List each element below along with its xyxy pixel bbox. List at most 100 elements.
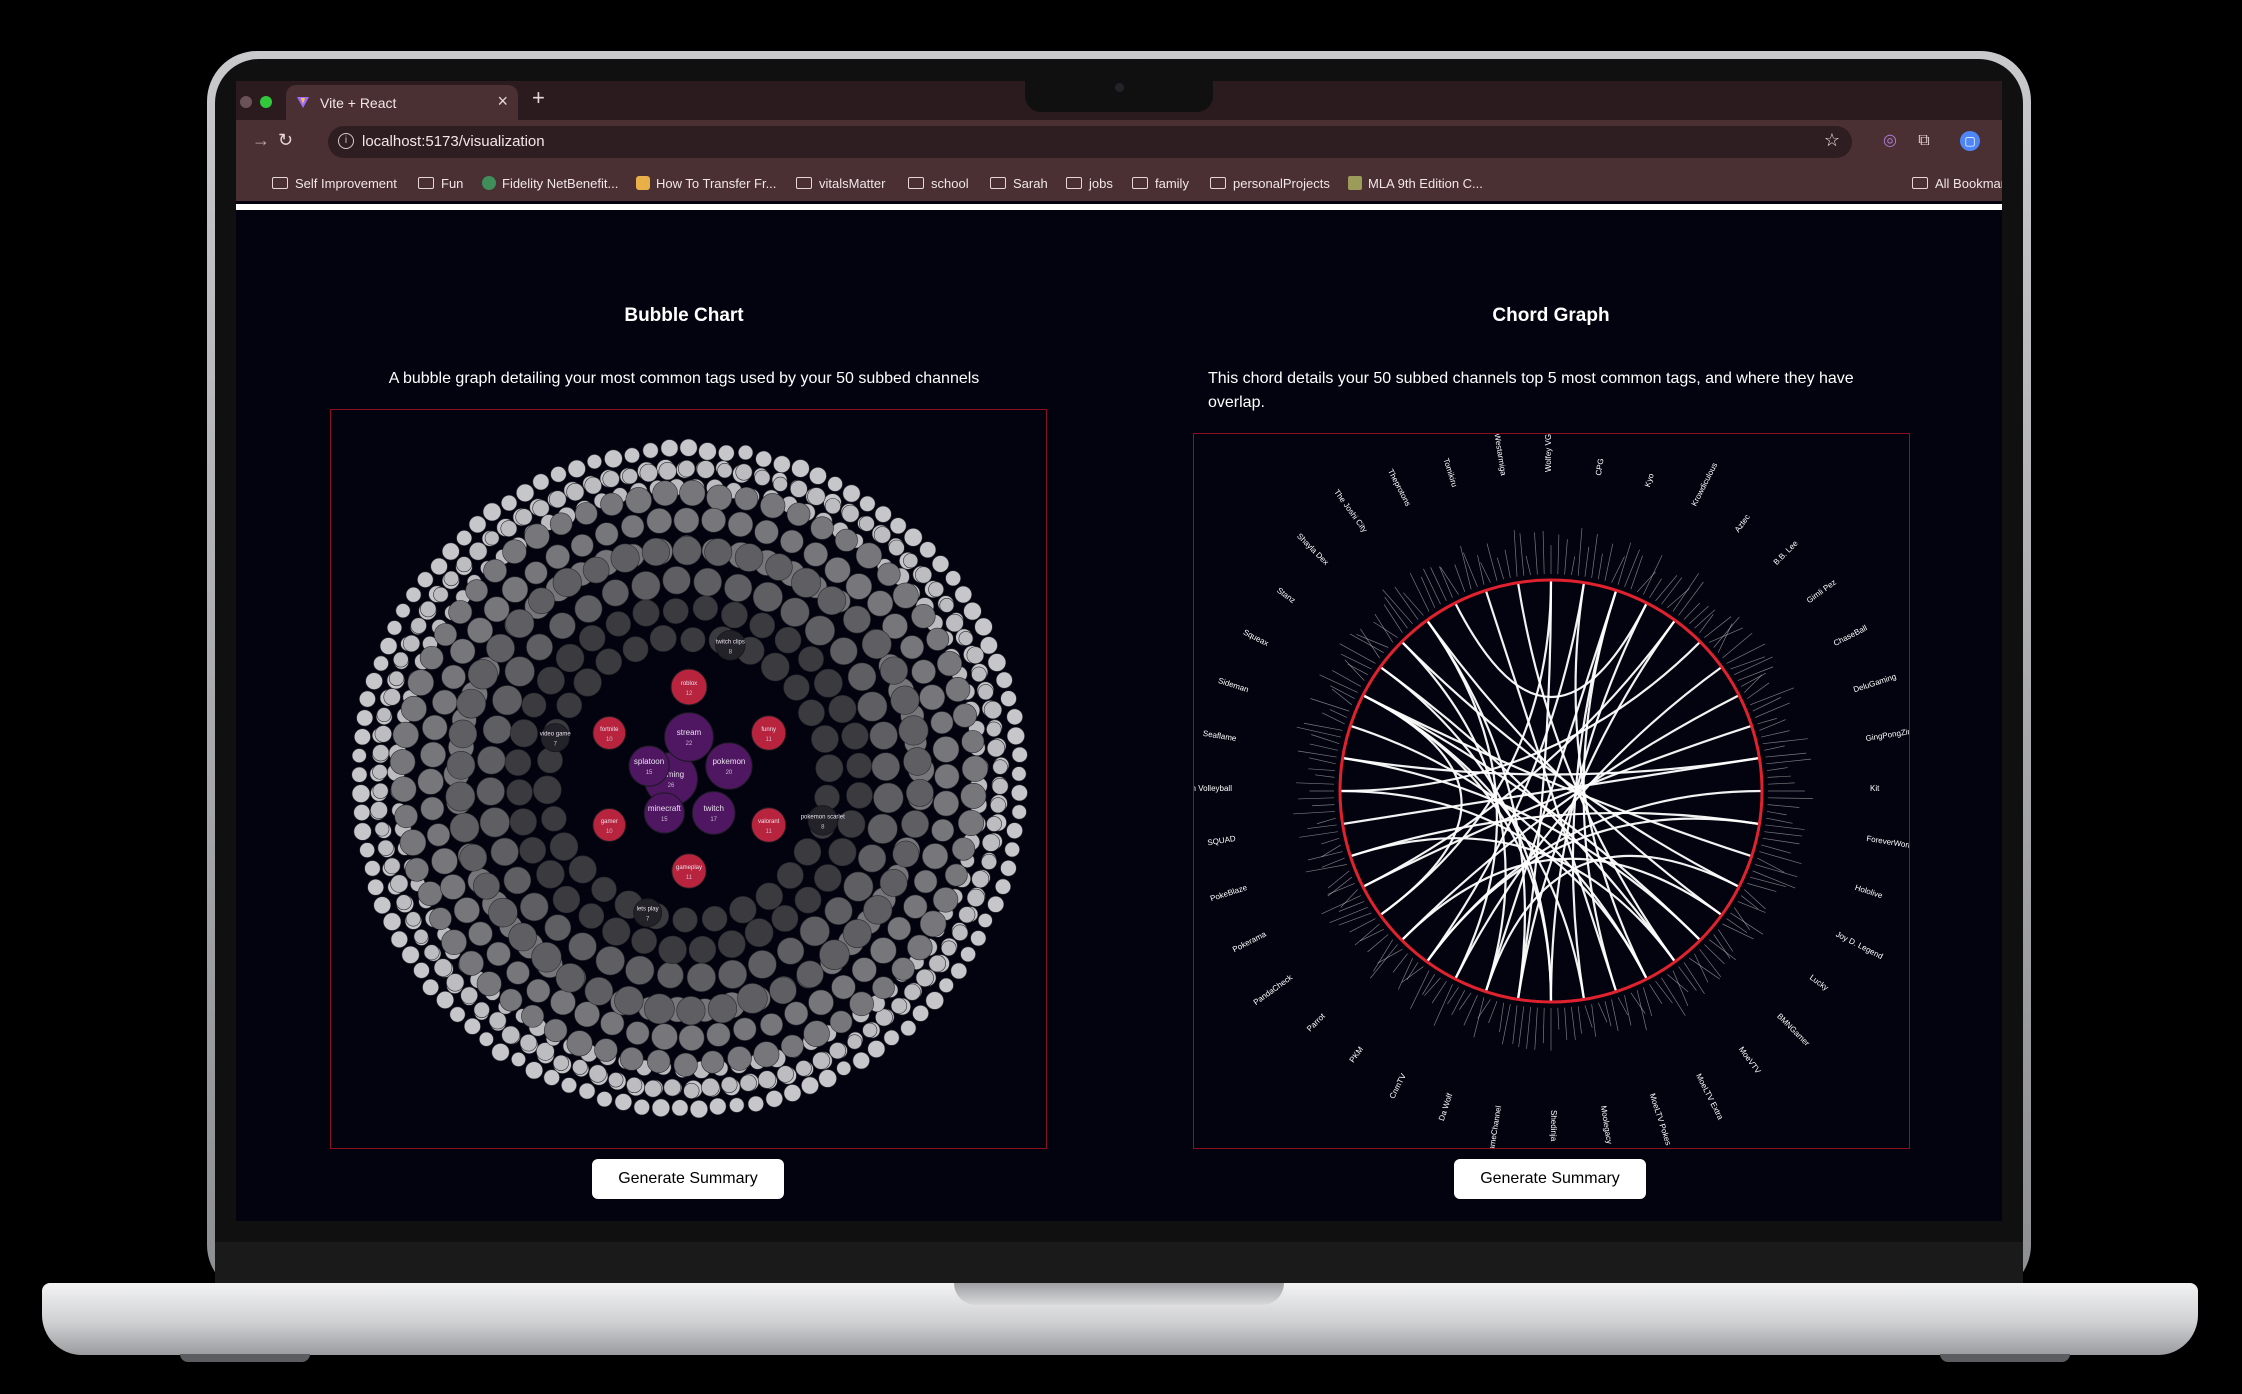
bubble-filler (588, 1064, 607, 1083)
bubble-filler (786, 502, 811, 527)
bubble-gamer[interactable] (592, 808, 627, 842)
address-bar[interactable]: i localhost:5173/visualization ☆ (328, 126, 1852, 158)
bubble-generate-summary-button[interactable]: Generate Summary (592, 1159, 784, 1199)
bubble-filler (574, 1001, 600, 1028)
browser-window: Vite + React × + → ↻ i localhost:5173/vi… (236, 81, 2002, 1221)
bubble-fortnite[interactable] (592, 716, 627, 750)
bubble-filler (388, 670, 405, 687)
bookmark-how-to-transfer[interactable]: How To Transfer Fr... (636, 176, 776, 191)
chord-channel-label: Kyo (1643, 472, 1656, 488)
tag-tick (1762, 837, 1800, 845)
profile-avatar-icon[interactable]: ▢ (1960, 131, 1980, 151)
bubble-filler (842, 919, 872, 948)
tag-tick (1598, 1002, 1608, 1023)
bubble-label: twitch clips (716, 639, 745, 645)
bubble-filler (372, 782, 389, 799)
bubble-filler (526, 978, 551, 1003)
bubble-filler (672, 907, 698, 933)
tag-tick (1394, 586, 1419, 620)
bookmark-fidelity[interactable]: Fidelity NetBenefit... (482, 176, 618, 191)
chord-channel-label: Shayla Dex (1295, 532, 1330, 567)
bubble-filler (804, 615, 835, 646)
bookmark-personal-projects[interactable]: personalProjects (1210, 176, 1330, 191)
bubble-filler (501, 1025, 520, 1045)
bubble-filler (374, 821, 390, 837)
bubble-gameplay[interactable] (671, 853, 707, 889)
bubble-filler (595, 648, 622, 675)
chord-channel-label: MoeVTV (1737, 1045, 1763, 1076)
bookmark-self-improvement[interactable]: Self Improvement (272, 176, 397, 191)
all-bookmarks[interactable]: All Bookmarks (1912, 176, 2002, 191)
bubble-filler (386, 620, 403, 636)
bookmark-jobs[interactable]: jobs (1066, 176, 1113, 191)
bubble-filler (433, 958, 453, 977)
bubble-filler (488, 1011, 507, 1030)
bubble-filler (773, 455, 791, 473)
bubble-filler (537, 666, 565, 695)
bubble-filler (644, 1079, 662, 1098)
bubble-filler (541, 806, 567, 832)
bubble-filler (986, 816, 1002, 832)
bubble-filler (780, 1034, 804, 1058)
bubble-filler (733, 1017, 757, 1041)
bubble-funny[interactable] (750, 715, 787, 751)
new-tab-button[interactable]: + (532, 85, 545, 111)
bubble-roblox[interactable] (670, 668, 708, 706)
tag-tick (1447, 987, 1459, 1005)
bubble-filler (677, 460, 696, 478)
bubble-filler (536, 860, 565, 889)
bubble-filler (608, 1072, 624, 1088)
bubble-filler (436, 991, 455, 1009)
minimize-dot[interactable] (240, 96, 252, 108)
bubble-value: 15 (661, 817, 668, 823)
bubble-filler (595, 946, 625, 976)
bubble-filler (591, 876, 617, 902)
screen-chin (215, 1242, 2023, 1284)
bookmark-school[interactable]: school (908, 176, 969, 191)
reload-icon[interactable]: ↻ (278, 130, 293, 151)
bubble-filler (772, 476, 788, 492)
bubble-filler (449, 1006, 466, 1023)
site-info-icon[interactable]: i (338, 133, 354, 149)
bubble-filler (574, 502, 598, 525)
tag-tick (1534, 532, 1538, 575)
bubble-stream[interactable] (664, 712, 714, 762)
bubble-valorant[interactable] (750, 807, 787, 843)
chord-link[interactable] (1426, 582, 1586, 963)
bookmark-sarah[interactable]: Sarah (990, 176, 1048, 191)
tag-tick (1759, 719, 1786, 731)
bubble-filler (847, 1034, 863, 1050)
tag-tick (1636, 990, 1647, 1031)
extension-a-icon[interactable]: ◎ (1880, 131, 1900, 151)
bubble-filler (429, 907, 452, 930)
bubble-filler (757, 1070, 777, 1089)
chord-channel-label: Squeax (1242, 628, 1270, 648)
bookmark-mla[interactable]: MLA 9th Edition C... (1348, 176, 1483, 191)
chord-channel-label: SQUAD (1207, 834, 1237, 847)
maximize-dot[interactable] (260, 96, 272, 108)
bubble-filler (555, 643, 585, 673)
bubble-filler (706, 484, 733, 511)
tab-active[interactable]: Vite + React × (286, 85, 518, 120)
tag-tick (1309, 743, 1338, 751)
bubble-filler (794, 886, 822, 914)
bubble-filler (707, 993, 738, 1024)
bookmark-fun[interactable]: Fun (418, 176, 463, 191)
forward-icon[interactable]: → (252, 130, 270, 151)
bubble-filler (971, 666, 987, 683)
chord-channel-label: GingPongZing (1865, 726, 1909, 743)
bubble-filler (483, 596, 510, 623)
bookmark-vitalsmatter[interactable]: vitalsMatter (796, 176, 885, 191)
close-tab-icon[interactable]: × (497, 91, 508, 112)
tag-tick (1766, 758, 1811, 765)
trackpad-groove (954, 1283, 1284, 1305)
extensions-puzzle-icon[interactable]: ⧉ (1914, 131, 1934, 151)
bubble-filler (907, 934, 933, 961)
chord-generate-summary-button[interactable]: Generate Summary (1454, 1159, 1646, 1199)
bookmark-star-icon[interactable]: ☆ (1824, 130, 1840, 151)
bubble-filler (796, 960, 824, 989)
tag-tick (1473, 997, 1485, 1038)
bubble-filler (960, 946, 976, 963)
folder-icon (1912, 177, 1928, 189)
bookmark-family[interactable]: family (1132, 176, 1189, 191)
